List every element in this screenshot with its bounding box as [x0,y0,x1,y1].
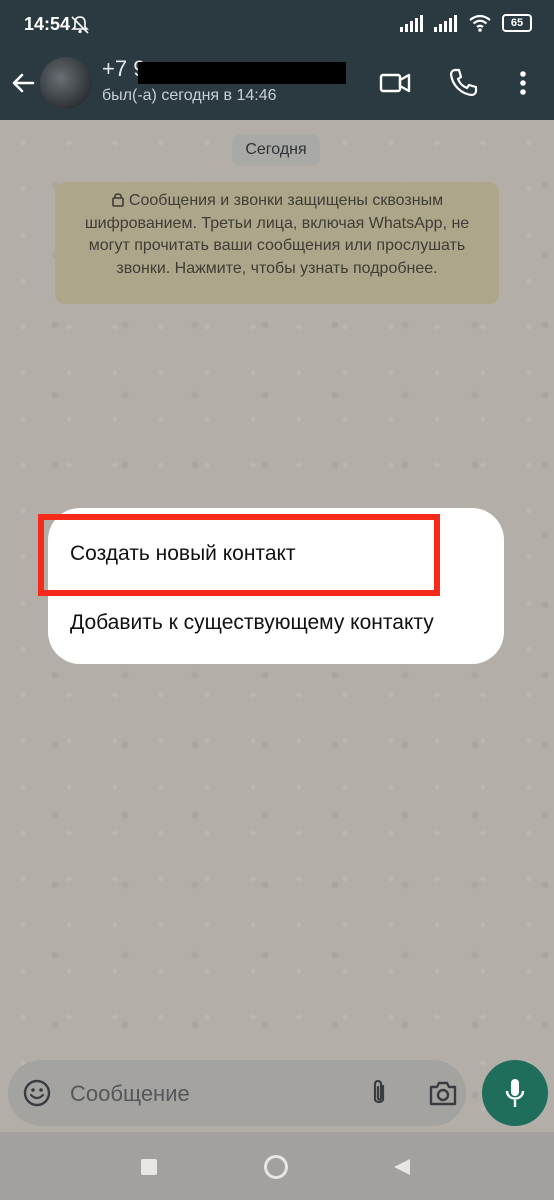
last-seen-status: был(-а) сегодня в 14:46 [102,87,277,104]
status-bar: 14:54 65 [0,0,554,50]
back-arrow-icon[interactable] [8,68,38,98]
message-input[interactable] [68,1073,342,1115]
menu-item-add-to-existing[interactable]: Добавить к существующему контакту [70,611,434,635]
encryption-notice-text: Сообщения и звонки защищены сквозным шиф… [84,192,470,277]
back-triangle-icon[interactable] [392,1157,412,1177]
system-nav-bar [0,1132,554,1200]
date-chip: Сегодня [232,134,320,166]
video-call-icon[interactable] [378,66,412,100]
emoji-icon[interactable] [22,1078,52,1108]
mute-bell-icon [71,16,89,34]
more-vert-icon[interactable] [506,66,540,100]
attach-icon[interactable] [366,1077,392,1109]
battery-level: 65 [510,17,524,29]
recents-square-icon[interactable] [140,1158,158,1176]
status-time: 14:54 [24,14,71,34]
redaction-bar [138,62,346,84]
signal-icon [434,15,457,32]
message-composer [8,1060,466,1126]
home-circle-icon[interactable] [263,1154,289,1180]
signal-icon [400,15,423,32]
mic-icon [505,1079,525,1107]
menu-item-create-contact[interactable]: Создать новый контакт [70,542,296,566]
lock-icon [112,193,124,207]
battery-icon: 65 [502,14,532,32]
camera-icon[interactable] [428,1079,458,1107]
context-menu: Создать новый контакт Добавить к существ… [48,508,504,664]
wifi-icon [469,14,491,32]
phone-call-icon[interactable] [446,66,480,100]
mic-button[interactable] [482,1060,548,1126]
avatar[interactable] [40,57,92,109]
chat-header: +7 9 был(-а) сегодня в 14:46 [0,50,554,120]
encryption-notice[interactable]: Сообщения и звонки защищены сквозным шиф… [55,182,499,304]
